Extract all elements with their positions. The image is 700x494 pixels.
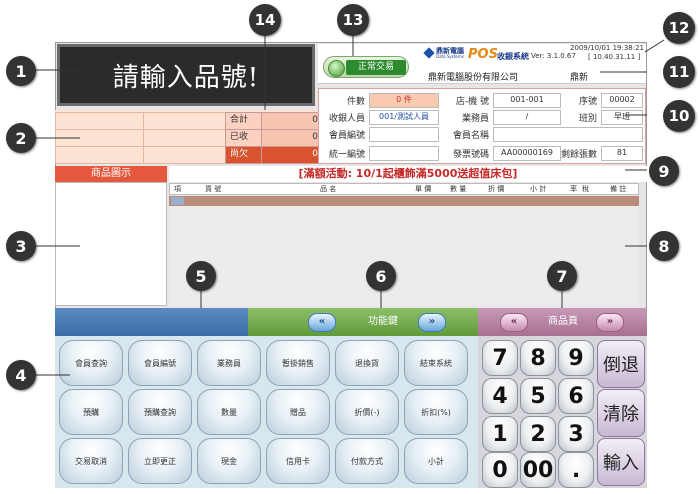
callout-6: 6 [366, 261, 396, 291]
callout-13: 13 [337, 4, 369, 36]
callout-leader-lines [35, 33, 665, 376]
callout-10: 10 [663, 100, 695, 132]
callout-1: 1 [6, 56, 36, 86]
callout-12: 12 [663, 12, 695, 44]
callout-5: 5 [186, 261, 216, 291]
callout-14: 14 [249, 4, 281, 36]
callout-2: 2 [6, 123, 36, 153]
callout-9: 9 [649, 156, 679, 186]
callout-8: 8 [649, 231, 679, 261]
callout-7: 7 [547, 261, 577, 291]
callout-11: 11 [663, 56, 695, 88]
callout-3: 3 [6, 231, 36, 261]
callout-4: 4 [6, 360, 36, 390]
